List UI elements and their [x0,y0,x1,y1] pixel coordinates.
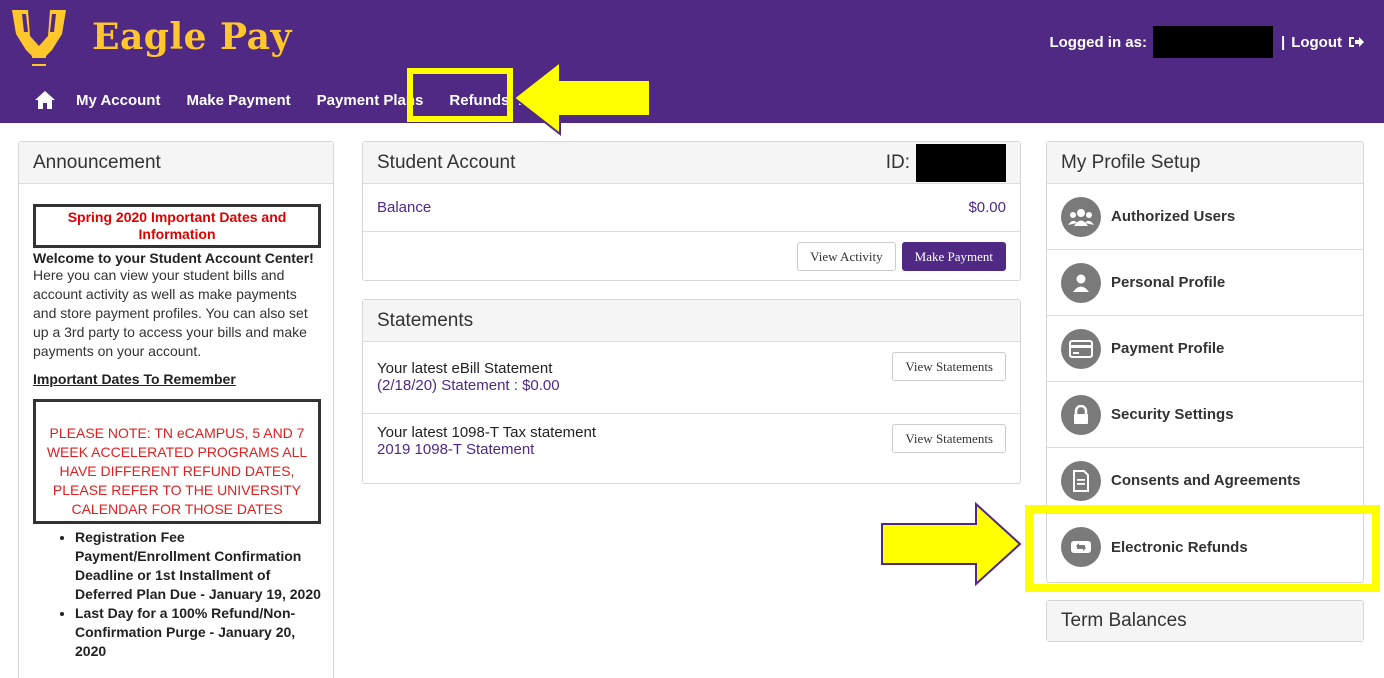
student-id-label: ID: [885,151,910,173]
balance-label[interactable]: Balance [377,199,431,216]
main-nav: My Account Make Payment Payment Plans Re… [34,68,535,122]
term-balances-heading: Term Balances [1047,601,1363,641]
profile-item-label: Payment Profile [1111,340,1225,357]
home-icon[interactable] [34,90,56,110]
redacted-student-id [916,143,1006,182]
tax-statement-row: Your latest 1098-T Tax statement 2019 10… [363,414,1020,486]
statements-heading: Statements [363,300,1020,342]
important-dates-heading: Important Dates To Remember [33,371,236,387]
header-separator: | [1280,33,1286,51]
balance-row: Balance $0.00 [363,184,1020,232]
profile-item-authorized-users[interactable]: Authorized Users [1047,184,1363,250]
brand-title[interactable]: Eagle Pay [92,16,292,58]
eagle-logo-icon[interactable] [8,6,70,72]
logout-link[interactable]: Logout [1291,34,1342,51]
credit-card-icon [1061,328,1101,369]
term-balances-panel[interactable]: Term Balances [1046,600,1364,642]
important-dates-list: Registration Fee Payment/Enrollment Conf… [75,528,323,661]
document-icon [1061,460,1101,501]
profile-item-label: Consents and Agreements [1111,472,1301,489]
student-account-panel: Student Account ID: Balance $0.00 View A… [362,141,1021,281]
profile-item-security-settings[interactable]: Security Settings [1047,382,1363,448]
view-activity-button[interactable]: View Activity [797,242,896,271]
top-header: Eagle Pay Logged in as: | Logout My Acco… [0,0,1384,123]
lock-icon [1061,394,1101,435]
users-icon [1061,196,1101,237]
redacted-username [1152,26,1273,58]
profile-item-label: Authorized Users [1111,208,1236,225]
logged-in-label: Logged in as: [1049,33,1147,51]
student-account-heading: Student Account [377,151,516,173]
logout-icon[interactable] [1348,35,1364,49]
announcement-heading: Announcement [19,142,333,184]
list-item: Last Day for a 100% Refund/Non-Confirmat… [75,604,323,661]
profile-item-label: Security Settings [1111,406,1234,423]
refunds-highlight-box [407,68,513,122]
announcement-panel: Announcement Spring 2020 Important Dates… [18,141,334,678]
electronic-refunds-highlight-box [1025,505,1380,592]
profile-item-label: Personal Profile [1111,274,1226,291]
profile-item-personal-profile[interactable]: Personal Profile [1047,250,1363,316]
login-status: Logged in as: | Logout [1049,26,1364,58]
annotation-arrow-electronic-refunds [881,501,1022,587]
make-payment-button[interactable]: Make Payment [901,242,1006,271]
list-item: Registration Fee Payment/Enrollment Conf… [75,528,323,604]
ebill-statement-row: Your latest eBill Statement (2/18/20) St… [363,342,1020,414]
user-icon [1061,262,1101,303]
view-tax-statements-button[interactable]: View Statements [892,424,1006,453]
student-account-header: Student Account ID: [363,142,1020,184]
annotation-arrow-refunds [512,59,651,137]
statements-panel: Statements Your latest eBill Statement (… [362,299,1021,484]
announcement-welcome: Welcome to your Student Account Center! [33,250,314,266]
student-id: ID: [885,143,1006,182]
announcement-body: Here you can view your student bills and… [33,267,308,359]
balance-value: $0.00 [968,199,1006,216]
nav-my-account[interactable]: My Account [76,92,160,109]
refund-dates-note: PLEASE NOTE: TN eCAMPUS, 5 AND 7 WEEK AC… [33,399,321,524]
nav-make-payment[interactable]: Make Payment [186,92,290,109]
view-statements-button[interactable]: View Statements [892,352,1006,381]
announcement-title: Spring 2020 Important Dates and Informat… [33,204,321,248]
profile-setup-heading: My Profile Setup [1047,142,1363,184]
profile-item-payment-profile[interactable]: Payment Profile [1047,316,1363,382]
account-actions: View Activity Make Payment [363,232,1020,281]
